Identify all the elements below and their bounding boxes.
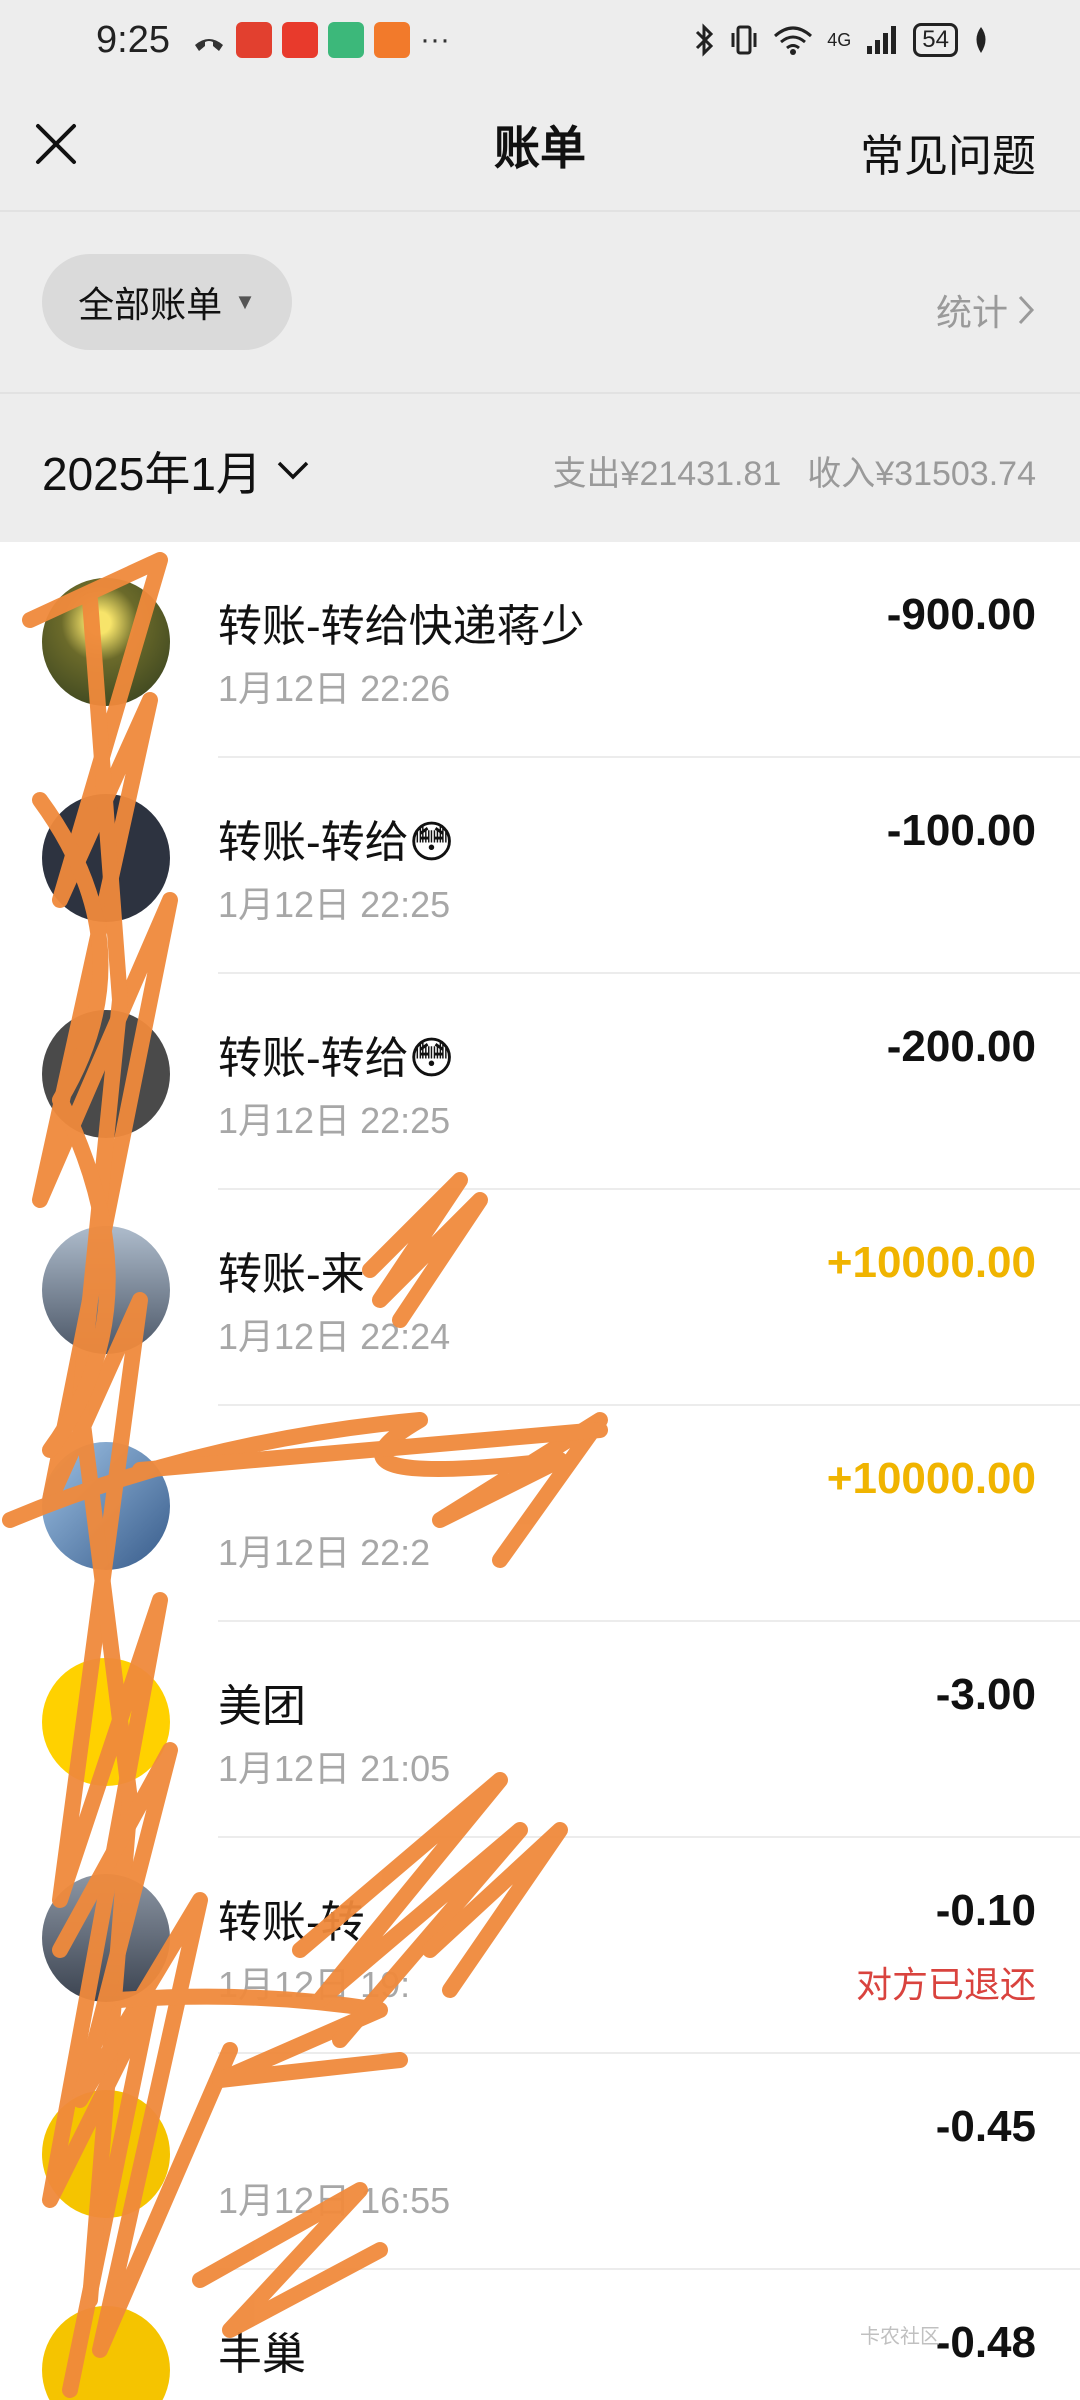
avatar: [42, 1226, 170, 1354]
transaction-amount: -0.48: [935, 2318, 1036, 2367]
transaction-row[interactable]: 转账-转给😳 1月12日 22:25 -100.00: [0, 758, 1080, 974]
chevron-down-icon: [277, 461, 309, 480]
network-type: 4G: [827, 29, 852, 50]
transaction-title: 美团: [218, 1682, 306, 1731]
bill-filter-label: 全部账单: [78, 284, 223, 325]
transaction-amount: -0.45: [935, 2102, 1036, 2151]
transaction-time: 1月12日 22:25: [218, 1100, 451, 1141]
transaction-title: 转账-转给😳: [218, 1034, 455, 1083]
app-notification-icon: [235, 22, 272, 58]
signal-icon: [867, 26, 897, 54]
expense-value: ¥21431.81: [620, 455, 782, 493]
expense-label: 支出: [552, 455, 621, 493]
refund-status: 对方已退还: [855, 1964, 1036, 2005]
more-notifications-icon: ···: [419, 23, 450, 56]
close-icon[interactable]: [30, 118, 82, 170]
income-label: 收入: [807, 455, 876, 493]
vibrate-icon: [731, 25, 757, 55]
transaction-title: 转账-来: [218, 1250, 365, 1299]
transaction-row[interactable]: 美团 1月12日 21:05 -3.00: [0, 1622, 1080, 1838]
faq-link[interactable]: 常见问题: [860, 120, 1036, 184]
avatar: [42, 794, 170, 922]
wifi-icon: [774, 26, 813, 55]
bluetooth-icon: [696, 23, 714, 57]
avatar: [42, 1874, 170, 2002]
battery-indicator: 54: [913, 23, 958, 57]
meituan-logo: [42, 1658, 170, 1786]
transaction-amount: -200.00: [886, 1022, 1036, 1071]
transaction-time: 1月12日 22:24: [218, 1316, 451, 1357]
transaction-time: 1月12日 13:07: [218, 2388, 450, 2400]
transaction-row[interactable]: 1月12日 16:55 -0.45: [0, 2054, 1080, 2270]
transaction-time: 1月12日 19:: [218, 1964, 411, 2005]
nav-bar: 账单 常见问题: [0, 80, 1080, 210]
transaction-amount: -100.00: [886, 806, 1036, 855]
transaction-list: 转账-转给快递蒋少 1月12日 22:26 -900.00 转账-转给😳 1月1…: [0, 542, 1080, 2400]
status-time: 9:25: [96, 18, 170, 61]
transaction-amount: +10000.00: [826, 1238, 1036, 1287]
month-summary: 支出¥21431.81 收入¥31503.74: [553, 446, 1036, 495]
transaction-title: 转账-转给快递蒋少: [218, 602, 585, 651]
income-value: ¥31503.74: [875, 455, 1036, 493]
income-summary: 收入¥31503.74: [807, 446, 1036, 495]
transaction-amount: -3.00: [935, 1670, 1036, 1719]
transaction-title: 转账-转: [218, 1898, 365, 1947]
transaction-title: 丰巢: [218, 2330, 306, 2379]
watermark: 卡农社区: [860, 2326, 940, 2348]
transaction-time: 1月12日 21:05: [218, 1748, 451, 1789]
avatar: [42, 1442, 170, 1570]
month-selector[interactable]: 2025年1月: [42, 438, 310, 504]
app-notification-icon: [373, 22, 410, 58]
transaction-title: 转账-转给😳: [218, 818, 455, 867]
transaction-time: 1月12日 22:25: [218, 884, 451, 925]
transaction-time: 1月12日 22:2: [218, 1532, 431, 1573]
caret-down-icon: ▼: [234, 289, 256, 314]
transaction-row[interactable]: 转账-转给快递蒋少 1月12日 22:26 -900.00: [0, 542, 1080, 758]
app-notification-icon: [327, 22, 364, 58]
leaf-icon: [976, 27, 986, 53]
status-right: 4G 54: [693, 23, 990, 57]
transaction-row[interactable]: 转账-转给😳 1月12日 22:25 -200.00: [0, 974, 1080, 1190]
transaction-time: 1月12日 16:55: [218, 2180, 451, 2221]
month-bar: 2025年1月 支出¥21431.81 收入¥31503.74: [0, 392, 1080, 542]
transaction-amount: +10000.00: [826, 1454, 1036, 1503]
transaction-row[interactable]: 转账-来 1月12日 22:24 +10000.00: [0, 1190, 1080, 1406]
bill-filter-dropdown[interactable]: 全部账单 ▼: [42, 254, 292, 350]
transaction-amount: -900.00: [886, 590, 1036, 639]
filter-bar: 全部账单 ▼ 统计: [0, 210, 1080, 392]
missed-call-icon: [194, 39, 223, 51]
app-notification-icon: [281, 22, 318, 58]
status-bar: 9:25 ··· 4G 54: [0, 0, 1080, 80]
transaction-row[interactable]: 转账-转 1月12日 19: -0.10 对方已退还: [0, 1838, 1080, 2054]
avatar: [42, 2306, 170, 2400]
transaction-time: 1月12日 22:26: [218, 668, 451, 709]
month-label: 2025年1月: [42, 448, 262, 500]
statistics-label: 统计: [935, 292, 1008, 333]
transaction-amount: -0.10: [935, 1886, 1036, 1935]
avatar: [42, 1010, 170, 1138]
transaction-row[interactable]: 1月12日 22:2 +10000.00: [0, 1406, 1080, 1622]
page-title: 账单: [494, 122, 586, 174]
avatar: [42, 2090, 170, 2218]
notification-icons: ···: [192, 22, 450, 58]
avatar: [42, 578, 170, 706]
expense-summary: 支出¥21431.81: [553, 446, 782, 495]
statistics-link[interactable]: 统计: [936, 284, 1036, 336]
chevron-right-icon: [1018, 295, 1035, 325]
